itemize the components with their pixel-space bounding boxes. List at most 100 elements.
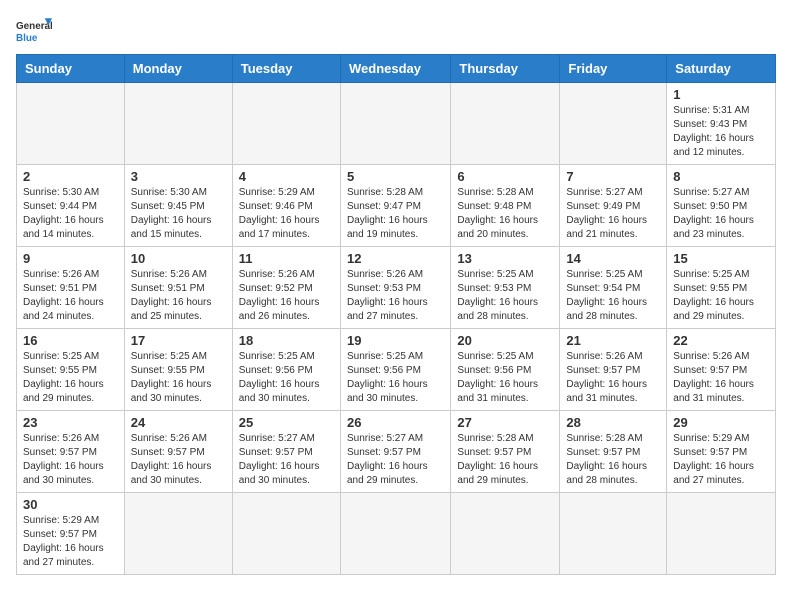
calendar-cell: 4 Sunrise: 5:29 AM Sunset: 9:46 PM Daylig… — [232, 165, 340, 247]
day-number: 30 — [23, 497, 118, 512]
calendar-cell: 7 Sunrise: 5:27 AM Sunset: 9:49 PM Daylig… — [560, 165, 667, 247]
calendar-cell — [124, 493, 232, 575]
day-number: 25 — [239, 415, 334, 430]
weekday-header-sunday: Sunday — [17, 55, 125, 83]
generalblue-logo-icon: GeneralBlue — [16, 16, 52, 44]
day-number: 26 — [347, 415, 444, 430]
calendar-cell: 21 Sunrise: 5:26 AM Sunset: 9:57 PM Dayli… — [560, 329, 667, 411]
calendar-cell: 6Sunrise: 5:28 AM Sunset: 9:48 PM Daylig… — [451, 165, 560, 247]
day-info: Sunrise: 5:28 AM Sunset: 9:57 PM Dayligh… — [457, 432, 553, 488]
calendar-cell — [340, 493, 450, 575]
day-number: 27 — [457, 415, 553, 430]
day-number: 24 — [131, 415, 226, 430]
day-number: 14 — [566, 251, 660, 266]
day-number: 15 — [673, 251, 769, 266]
day-info: Sunrise: 5:29 AM Sunset: 9:57 PM Dayligh… — [673, 432, 769, 488]
day-number: 3 — [131, 169, 226, 184]
day-info: Sunrise: 5:26 AM Sunset: 9:57 PM Dayligh… — [566, 350, 660, 406]
day-info: Sunrise: 5:27 AM Sunset: 9:49 PM Dayligh… — [566, 186, 660, 242]
day-info: Sunrise: 5:25 AM Sunset: 9:56 PM Dayligh… — [239, 350, 334, 406]
day-info: Sunrise: 5:29 AM Sunset: 9:57 PM Dayligh… — [23, 514, 118, 570]
day-info: Sunrise: 5:25 AM Sunset: 9:53 PM Dayligh… — [457, 268, 553, 324]
calendar-cell — [232, 493, 340, 575]
calendar-cell: 18Sunrise: 5:25 AM Sunset: 9:56 PM Dayli… — [232, 329, 340, 411]
day-info: Sunrise: 5:26 AM Sunset: 9:57 PM Dayligh… — [23, 432, 118, 488]
day-number: 2 — [23, 169, 118, 184]
calendar-cell: 24 Sunrise: 5:26 AM Sunset: 9:57 PM Dayli… — [124, 411, 232, 493]
calendar-cell: 19 Sunrise: 5:25 AM Sunset: 9:56 PM Dayli… — [340, 329, 450, 411]
day-info: Sunrise: 5:27 AM Sunset: 9:50 PM Dayligh… — [673, 186, 769, 242]
day-number: 10 — [131, 251, 226, 266]
day-info: Sunrise: 5:26 AM Sunset: 9:57 PM Dayligh… — [131, 432, 226, 488]
calendar-cell — [451, 83, 560, 165]
weekday-header-tuesday: Tuesday — [232, 55, 340, 83]
day-info: Sunrise: 5:25 AM Sunset: 9:55 PM Dayligh… — [23, 350, 118, 406]
day-number: 19 — [347, 333, 444, 348]
day-info: Sunrise: 5:25 AM Sunset: 9:56 PM Dayligh… — [457, 350, 553, 406]
day-info: Sunrise: 5:26 AM Sunset: 9:51 PM Dayligh… — [23, 268, 118, 324]
calendar-cell — [340, 83, 450, 165]
day-info: Sunrise: 5:26 AM Sunset: 9:53 PM Dayligh… — [347, 268, 444, 324]
day-number: 1 — [673, 87, 769, 102]
calendar-cell: 10 Sunrise: 5:26 AM Sunset: 9:51 PM Dayli… — [124, 247, 232, 329]
calendar-cell — [17, 83, 125, 165]
day-info: Sunrise: 5:25 AM Sunset: 9:56 PM Dayligh… — [347, 350, 444, 406]
weekday-header-wednesday: Wednesday — [340, 55, 450, 83]
day-number: 23 — [23, 415, 118, 430]
day-number: 21 — [566, 333, 660, 348]
calendar-cell: 16Sunrise: 5:25 AM Sunset: 9:55 PM Dayli… — [17, 329, 125, 411]
day-info: Sunrise: 5:30 AM Sunset: 9:44 PM Dayligh… — [23, 186, 118, 242]
day-info: Sunrise: 5:26 AM Sunset: 9:51 PM Dayligh… — [131, 268, 226, 324]
day-info: Sunrise: 5:27 AM Sunset: 9:57 PM Dayligh… — [347, 432, 444, 488]
day-number: 8 — [673, 169, 769, 184]
week-row-4: 16Sunrise: 5:25 AM Sunset: 9:55 PM Dayli… — [17, 329, 776, 411]
day-info: Sunrise: 5:31 AM Sunset: 9:43 PM Dayligh… — [673, 104, 769, 160]
day-info: Sunrise: 5:26 AM Sunset: 9:52 PM Dayligh… — [239, 268, 334, 324]
week-row-6: 30 Sunrise: 5:29 AM Sunset: 9:57 PM Dayli… — [17, 493, 776, 575]
day-info: Sunrise: 5:27 AM Sunset: 9:57 PM Dayligh… — [239, 432, 334, 488]
day-number: 20 — [457, 333, 553, 348]
calendar-cell — [124, 83, 232, 165]
day-number: 7 — [566, 169, 660, 184]
week-row-1: 1 Sunrise: 5:31 AM Sunset: 9:43 PM Daylig… — [17, 83, 776, 165]
day-info: Sunrise: 5:28 AM Sunset: 9:57 PM Dayligh… — [566, 432, 660, 488]
day-number: 9 — [23, 251, 118, 266]
svg-text:General: General — [16, 21, 52, 32]
calendar-cell: 22Sunrise: 5:26 AM Sunset: 9:57 PM Dayli… — [667, 329, 776, 411]
calendar-cell: 3 Sunrise: 5:30 AM Sunset: 9:45 PM Daylig… — [124, 165, 232, 247]
calendar-cell: 29 Sunrise: 5:29 AM Sunset: 9:57 PM Dayli… — [667, 411, 776, 493]
calendar-cell: 17Sunrise: 5:25 AM Sunset: 9:55 PM Dayli… — [124, 329, 232, 411]
day-info: Sunrise: 5:28 AM Sunset: 9:47 PM Dayligh… — [347, 186, 444, 242]
calendar-cell — [560, 83, 667, 165]
day-number: 4 — [239, 169, 334, 184]
day-info: Sunrise: 5:26 AM Sunset: 9:57 PM Dayligh… — [673, 350, 769, 406]
calendar-cell: 8 Sunrise: 5:27 AM Sunset: 9:50 PM Daylig… — [667, 165, 776, 247]
logo: GeneralBlue — [16, 16, 52, 44]
calendar-cell: 13Sunrise: 5:25 AM Sunset: 9:53 PM Dayli… — [451, 247, 560, 329]
day-info: Sunrise: 5:30 AM Sunset: 9:45 PM Dayligh… — [131, 186, 226, 242]
calendar-cell: 25 Sunrise: 5:27 AM Sunset: 9:57 PM Dayli… — [232, 411, 340, 493]
calendar-cell: 30 Sunrise: 5:29 AM Sunset: 9:57 PM Dayli… — [17, 493, 125, 575]
calendar-cell: 15 Sunrise: 5:25 AM Sunset: 9:55 PM Dayli… — [667, 247, 776, 329]
calendar-cell: 26 Sunrise: 5:27 AM Sunset: 9:57 PM Dayli… — [340, 411, 450, 493]
calendar-cell — [560, 493, 667, 575]
calendar-cell: 20 Sunrise: 5:25 AM Sunset: 9:56 PM Dayli… — [451, 329, 560, 411]
day-number: 29 — [673, 415, 769, 430]
day-info: Sunrise: 5:29 AM Sunset: 9:46 PM Dayligh… — [239, 186, 334, 242]
day-number: 6 — [457, 169, 553, 184]
calendar-table: SundayMondayTuesdayWednesdayThursdayFrid… — [16, 54, 776, 575]
calendar-cell — [667, 493, 776, 575]
week-row-5: 23 Sunrise: 5:26 AM Sunset: 9:57 PM Dayli… — [17, 411, 776, 493]
calendar-cell: 9 Sunrise: 5:26 AM Sunset: 9:51 PM Daylig… — [17, 247, 125, 329]
calendar-cell — [451, 493, 560, 575]
day-number: 17 — [131, 333, 226, 348]
calendar-cell: 28Sunrise: 5:28 AM Sunset: 9:57 PM Dayli… — [560, 411, 667, 493]
calendar-header: GeneralBlue — [16, 16, 776, 44]
day-info: Sunrise: 5:25 AM Sunset: 9:55 PM Dayligh… — [673, 268, 769, 324]
weekday-header-thursday: Thursday — [451, 55, 560, 83]
weekday-header-monday: Monday — [124, 55, 232, 83]
day-number: 12 — [347, 251, 444, 266]
calendar-cell: 5Sunrise: 5:28 AM Sunset: 9:47 PM Daylig… — [340, 165, 450, 247]
calendar-cell — [232, 83, 340, 165]
calendar-cell: 12 Sunrise: 5:26 AM Sunset: 9:53 PM Dayli… — [340, 247, 450, 329]
